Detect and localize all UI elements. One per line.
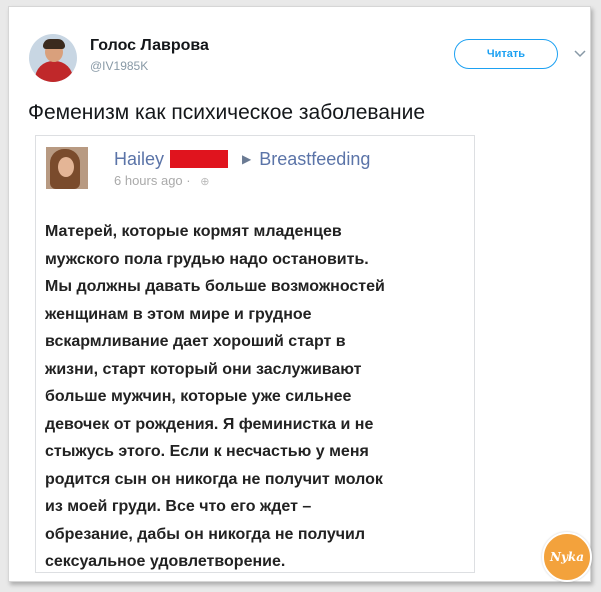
fb-body-line: сексуальное удовлетворение. <box>45 553 286 570</box>
fb-body-line: обрезание, дабы он никогда не получил <box>45 525 365 543</box>
fb-body-line: стыжусь этого. Если к несчастью у меня <box>45 443 369 460</box>
fb-body-line: Матерей, которые кормят младенцев <box>45 223 342 240</box>
fb-time-text: 6 hours ago · <box>114 173 191 188</box>
tweet-text: Феменизм как психическое заболевание <box>28 101 426 124</box>
fb-author-name: Hailey <box>114 148 165 169</box>
author-handle[interactable]: @IV1985K <box>90 59 148 73</box>
fb-timestamp: 6 hours ago · ⊕ <box>114 173 209 188</box>
follow-button[interactable]: Читать <box>454 39 558 69</box>
watermark-logo: Nyka <box>542 532 592 582</box>
fb-body-line: девочек от рождения. Я феминистка и не <box>45 415 374 433</box>
fb-group-name: Breastfeeding <box>259 148 371 169</box>
embedded-facebook-post-image: Hailey ▶ Breastfeeding 6 hours ago · ⊕ М… <box>35 135 475 573</box>
fb-post-header: Hailey ▶ Breastfeeding <box>114 149 370 169</box>
fb-body-line: Мы должны давать больше возможностей <box>45 278 385 295</box>
triangle-right-icon: ▶ <box>242 152 252 166</box>
fb-body-line: женщинам в этом мире и грудное <box>45 305 312 323</box>
fb-post-body: Матерей, которые кормят младенцев мужско… <box>45 218 473 576</box>
globe-icon: ⊕ <box>200 176 210 188</box>
fb-body-line: мужского пола грудью надо остановить. <box>45 250 369 268</box>
fb-body-line: родится сын он никогда не получит молок <box>45 470 383 488</box>
author-name[interactable]: Голос Лаврова <box>90 37 209 55</box>
fb-profile-photo <box>46 147 88 189</box>
fb-body-line: больше мужчин, которые уже сильнее <box>45 388 352 405</box>
redaction-block <box>170 150 229 168</box>
fb-body-line: вскармливание дает хороший старт в <box>45 333 346 350</box>
chevron-down-icon[interactable] <box>573 47 587 61</box>
fb-body-line: из моей груди. Все что его ждет – <box>45 498 312 515</box>
fb-body-line: жизни, старт который они заслуживают <box>45 360 362 378</box>
author-avatar[interactable] <box>29 34 77 82</box>
tweet-card: Голос Лаврова @IV1985K Читать Феменизм к… <box>8 6 592 582</box>
